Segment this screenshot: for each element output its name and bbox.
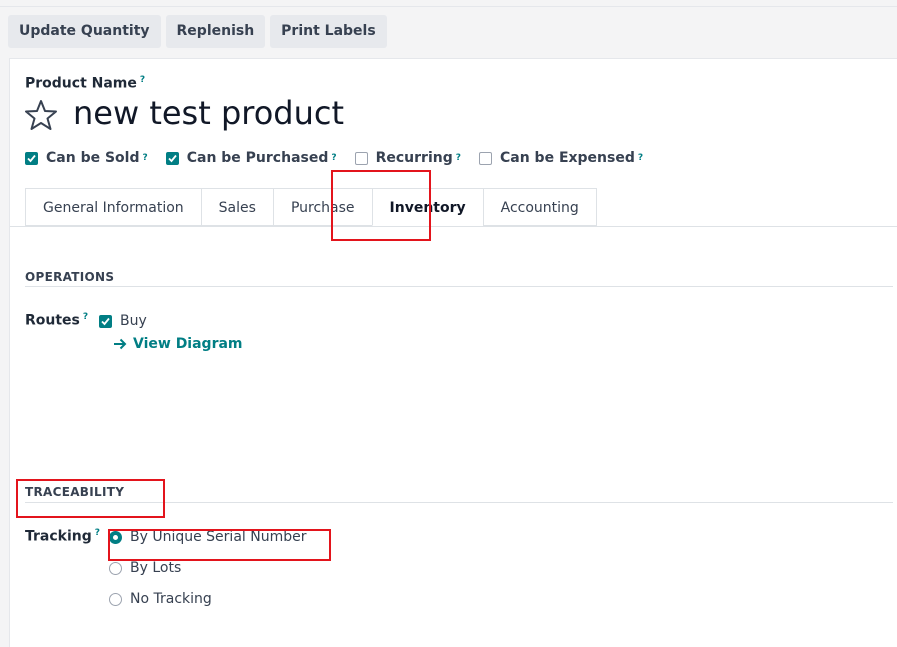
tab-purchase[interactable]: Purchase [272,188,372,226]
tracking-label: Tracking? [25,528,100,545]
tab-inventory[interactable]: Inventory [371,188,483,226]
replenish-button[interactable]: Replenish [165,15,266,48]
option-label: Can be Sold [46,150,140,166]
option-can-be-expensed[interactable]: Can be Expensed? [478,150,643,166]
checkbox-checked-icon[interactable] [25,151,38,165]
checkbox-unchecked-icon[interactable] [478,151,492,165]
action-bar: Update Quantity Replenish Print Labels [8,15,387,49]
tabs-divider [10,226,897,227]
arrow-right-icon [114,338,127,350]
routes-label: Routes? [25,312,89,329]
option-label: Recurring [375,150,453,166]
update-quantity-button[interactable]: Update Quantity [8,15,161,48]
help-icon[interactable]: ? [83,312,88,322]
print-labels-button[interactable]: Print Labels [270,15,387,48]
checkbox-checked-icon[interactable] [165,151,179,165]
tab-sales[interactable]: Sales [200,188,273,226]
help-icon[interactable]: ? [456,153,461,163]
option-label: Can be Expensed [499,150,635,166]
traceability-section-title: TRACEABILITY [25,485,125,499]
help-icon[interactable]: ? [331,153,336,163]
help-icon[interactable]: ? [142,153,147,163]
help-icon[interactable]: ? [638,153,643,163]
checkbox-unchecked-icon[interactable] [354,151,368,165]
tracking-option-lots[interactable]: By Lots [109,560,181,576]
option-label: Can be Purchased [186,150,329,166]
product-title[interactable]: new test product [73,94,344,132]
tab-accounting[interactable]: Accounting [482,188,597,226]
route-buy-label: Buy [120,313,147,329]
help-icon[interactable]: ? [140,75,145,85]
tracking-option-serial[interactable]: By Unique Serial Number [109,529,306,545]
favorite-star-icon[interactable] [24,98,58,132]
product-options-row: Can be Sold? Can be Purchased? Recurring… [25,150,661,166]
section-divider [25,502,893,503]
radio-unselected-icon[interactable] [109,592,122,606]
tab-general-information[interactable]: General Information [25,188,201,226]
radio-unselected-icon[interactable] [109,561,122,575]
form-tabs: General Information Sales Purchase Inven… [25,188,597,227]
product-form-sheet: Product Name? new test product Can be So… [9,58,897,647]
help-icon[interactable]: ? [95,528,100,538]
checkbox-checked-icon[interactable] [99,314,112,328]
option-can-be-purchased[interactable]: Can be Purchased? [165,150,337,166]
view-diagram-link[interactable]: View Diagram [113,336,243,352]
option-can-be-sold[interactable]: Can be Sold? [25,150,148,166]
section-divider [25,286,893,287]
tracking-option-none[interactable]: No Tracking [109,591,212,607]
radio-selected-icon[interactable] [109,530,122,544]
product-name-label: Product Name? [25,75,146,92]
operations-section-title: OPERATIONS [25,270,115,284]
option-recurring[interactable]: Recurring? [354,150,461,166]
top-divider [0,6,897,7]
route-buy[interactable]: Buy [99,313,147,329]
